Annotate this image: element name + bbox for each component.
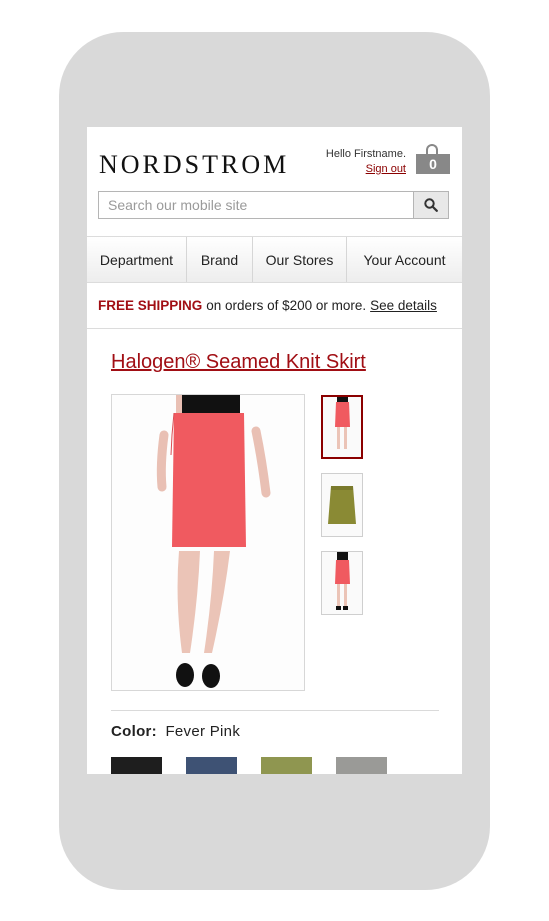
promo-text: on orders of $200 or more. bbox=[206, 298, 367, 313]
skirt-model-photo bbox=[156, 395, 271, 688]
color-value: Fever Pink bbox=[165, 723, 241, 740]
color-selection: Color: Fever Pink bbox=[111, 723, 240, 740]
thumbnail-olive-flat[interactable] bbox=[321, 473, 363, 537]
swatch-olive[interactable] bbox=[261, 757, 312, 774]
shipping-promo-banner: FREE SHIPPING on orders of $200 or more.… bbox=[87, 283, 462, 329]
mobile-screen: NORDSTROM Hello Firstname. Sign out 0 De… bbox=[87, 127, 462, 774]
section-divider bbox=[111, 710, 439, 711]
nav-item-your-account[interactable]: Your Account bbox=[347, 237, 462, 282]
promo-highlight: FREE SHIPPING bbox=[98, 298, 203, 313]
thumbnail-pink-full[interactable] bbox=[321, 551, 363, 615]
sign-out-link[interactable]: Sign out bbox=[326, 162, 406, 177]
nordstrom-logo[interactable]: NORDSTROM bbox=[99, 150, 289, 180]
see-details-link[interactable]: See details bbox=[370, 298, 437, 313]
nav-item-department[interactable]: Department bbox=[87, 237, 187, 282]
product-main-image[interactable] bbox=[111, 394, 305, 691]
product-title[interactable]: Halogen® Seamed Knit Skirt bbox=[111, 351, 366, 374]
search-input[interactable] bbox=[99, 192, 415, 218]
nav-item-our-stores[interactable]: Our Stores bbox=[253, 237, 347, 282]
swatch-grey[interactable] bbox=[336, 757, 387, 774]
thumbnail-pink-front-image bbox=[335, 397, 350, 449]
thumbnail-pink-full-image bbox=[335, 552, 350, 610]
account-greeting-block: Hello Firstname. Sign out bbox=[326, 147, 406, 177]
search-button[interactable] bbox=[413, 192, 448, 218]
swatch-navy[interactable] bbox=[186, 757, 237, 774]
search-icon bbox=[424, 198, 438, 212]
shopping-bag-icon[interactable]: 0 bbox=[416, 144, 450, 174]
search-bar bbox=[98, 191, 449, 219]
swatch-black[interactable] bbox=[111, 757, 162, 774]
site-header: NORDSTROM Hello Firstname. Sign out 0 bbox=[87, 127, 462, 237]
color-label: Color: bbox=[111, 723, 157, 740]
cart-count: 0 bbox=[429, 156, 437, 172]
greeting-text: Hello Firstname. bbox=[325, 148, 406, 160]
nav-item-brand[interactable]: Brand bbox=[187, 237, 253, 282]
thumbnail-olive-flat-image bbox=[328, 486, 356, 524]
main-nav: Department Brand Our Stores Your Account bbox=[87, 236, 462, 283]
thumbnail-pink-front[interactable] bbox=[321, 395, 363, 459]
